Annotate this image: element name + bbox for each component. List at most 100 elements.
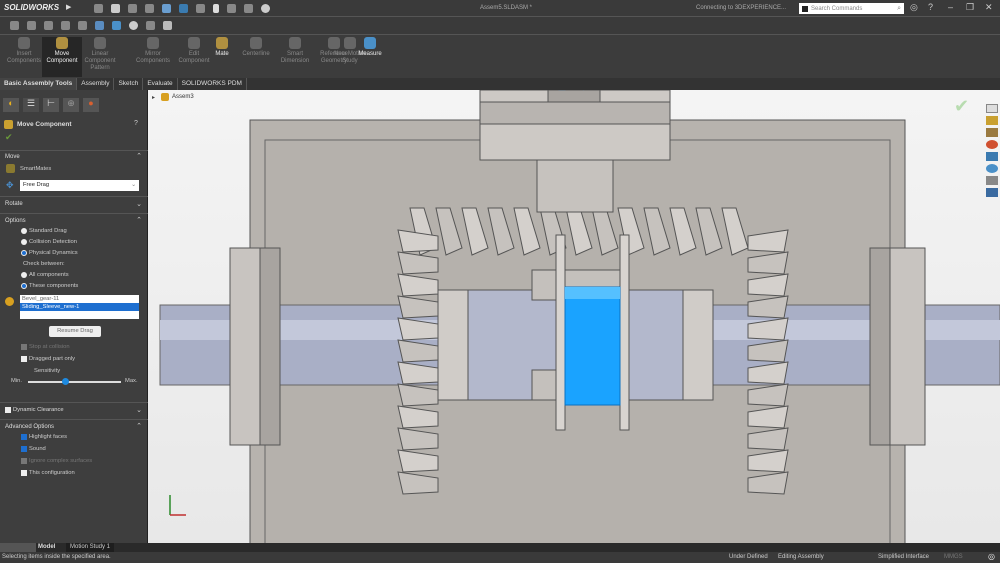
- collapse-icon[interactable]: ⌃: [136, 216, 142, 224]
- options-header[interactable]: Options: [5, 218, 26, 224]
- drag-mode-select[interactable]: Free Drag ⌄: [20, 180, 139, 191]
- command-mate[interactable]: Mate: [210, 37, 234, 58]
- close-button[interactable]: ✕: [985, 2, 993, 13]
- display-manager-tab[interactable]: ●: [83, 98, 99, 112]
- print-icon[interactable]: [162, 4, 171, 13]
- heads-up-toolbar[interactable]: ✥✥✥⌕⌕⌕◧◐◉: [496, 90, 656, 95]
- design-library-tab[interactable]: [986, 116, 998, 125]
- command-centerline[interactable]: Centerline: [236, 37, 276, 58]
- graphics-area[interactable]: ▸ Assem3 ✥✥✥⌕⌕⌕◧◐◉ ✔: [148, 90, 1000, 543]
- view-palette-tab[interactable]: [986, 152, 998, 161]
- appearances-tab[interactable]: [986, 140, 998, 149]
- command-mirror-components[interactable]: Mirror Components: [133, 37, 173, 65]
- tree-expand-icon[interactable]: ▸: [152, 94, 155, 101]
- components-list[interactable]: Bevel_gear-11 Sliding_Sleeve_new-1: [20, 295, 139, 319]
- account-icon[interactable]: ◎: [910, 2, 918, 13]
- tab-assembly[interactable]: Assembly: [77, 78, 115, 90]
- highlight-faces-checkbox[interactable]: Highlight faces: [21, 434, 67, 440]
- dimxpert-tab[interactable]: ⊕: [63, 98, 79, 112]
- tab-evaluate[interactable]: Evaluate: [143, 78, 178, 90]
- tab-sketch[interactable]: Sketch: [114, 78, 144, 90]
- tab-model[interactable]: Model: [38, 544, 55, 550]
- all-components-radio[interactable]: All components: [21, 272, 69, 278]
- sound-checkbox[interactable]: Sound: [21, 446, 46, 452]
- resources-tab[interactable]: [986, 104, 998, 113]
- save-icon[interactable]: [145, 4, 154, 13]
- dynamic-clearance-checkbox[interactable]: Dynamic Clearance: [5, 407, 64, 413]
- property-manager-tab[interactable]: ☰: [23, 98, 39, 112]
- resume-drag-button[interactable]: Resume Drag: [49, 326, 101, 337]
- file-props-icon[interactable]: [244, 4, 253, 13]
- zoom-area-icon[interactable]: [27, 21, 36, 30]
- this-configuration-checkbox[interactable]: This configuration: [21, 470, 75, 476]
- sensitivity-slider[interactable]: [28, 378, 121, 385]
- list-item[interactable]: Bevel_gear-11: [20, 295, 139, 303]
- document-title: Assem5.SLDASM *: [480, 5, 533, 11]
- confirm-check-icon[interactable]: ✔: [954, 96, 969, 117]
- tab-scroll-buttons[interactable]: [0, 543, 36, 552]
- custom-properties-tab[interactable]: [986, 164, 998, 173]
- select-icon[interactable]: [213, 4, 219, 13]
- rotate-header[interactable]: Rotate: [5, 201, 23, 207]
- status-interface[interactable]: Simplified Interface: [878, 554, 929, 560]
- standard-drag-radio[interactable]: Standard Drag: [21, 228, 67, 234]
- scene-icon[interactable]: [146, 21, 155, 30]
- home-icon[interactable]: [94, 4, 103, 13]
- status-units[interactable]: MMGS: [944, 554, 963, 560]
- dragged-part-only-checkbox[interactable]: Dragged part only: [21, 356, 75, 362]
- collapse-icon[interactable]: ⌃: [136, 152, 142, 160]
- restore-button[interactable]: ❐: [966, 2, 974, 13]
- forum-tab[interactable]: [986, 176, 998, 185]
- open-icon[interactable]: [128, 4, 137, 13]
- list-item-selected[interactable]: Sliding_Sleeve_new-1: [20, 303, 139, 311]
- smartmates-icon[interactable]: [6, 164, 15, 173]
- tab-motion-study[interactable]: Motion Study 1: [66, 543, 115, 552]
- check-between-label: Check between:: [23, 261, 65, 267]
- redo-icon[interactable]: [196, 4, 205, 13]
- expand-menu-icon[interactable]: ▶: [66, 3, 71, 11]
- stop-at-collision-checkbox[interactable]: Stop at collision: [21, 344, 70, 350]
- new-file-icon[interactable]: [111, 4, 120, 13]
- section-view-icon[interactable]: [61, 21, 70, 30]
- expand-icon[interactable]: ⌄: [136, 200, 142, 208]
- command-smart-dimension[interactable]: Smart Dimension: [275, 37, 315, 65]
- command-insert-components[interactable]: Insert Components: [4, 37, 44, 65]
- these-components-radio[interactable]: These components: [21, 283, 78, 289]
- command-measure[interactable]: Measure: [358, 37, 382, 58]
- collision-detection-radio[interactable]: Collision Detection: [21, 239, 77, 245]
- zoom-icon[interactable]: [10, 21, 19, 30]
- feature-manager-tab[interactable]: ◐: [3, 98, 19, 112]
- gear-icon[interactable]: [261, 4, 270, 13]
- command-edit-component[interactable]: Edit Component: [174, 37, 214, 65]
- move-header[interactable]: Move: [5, 154, 20, 160]
- command-move-component[interactable]: Move Component: [42, 37, 82, 77]
- quick-tips-icon[interactable]: ◎: [988, 552, 995, 561]
- command-linear-component-pattern[interactable]: Linear Component Pattern: [80, 37, 120, 72]
- tab-solidworks-pdm[interactable]: SOLIDWORKS PDM: [178, 78, 247, 90]
- sketch-icon[interactable]: [44, 21, 53, 30]
- view-orientation-icon[interactable]: [78, 21, 87, 30]
- help-icon[interactable]: ?: [134, 120, 138, 127]
- rebuild-icon[interactable]: [227, 4, 236, 13]
- help-icon[interactable]: ?: [928, 2, 933, 12]
- physical-dynamics-radio[interactable]: Physical Dynamics: [21, 250, 78, 256]
- search-commands-input[interactable]: Search Commands ⌕: [799, 3, 904, 14]
- tab-basic-assembly-tools[interactable]: Basic Assembly Tools: [0, 78, 78, 90]
- file-explorer-tab[interactable]: [986, 128, 998, 137]
- 3dexperience-tab[interactable]: [986, 188, 998, 197]
- view-settings-icon[interactable]: [163, 21, 172, 30]
- minimize-button[interactable]: –: [948, 2, 953, 12]
- configuration-manager-tab[interactable]: ⊢: [43, 98, 59, 112]
- hide-show-icon[interactable]: [112, 21, 121, 30]
- advanced-header[interactable]: Advanced Options: [5, 424, 54, 430]
- appearance-icon[interactable]: [129, 21, 138, 30]
- slider-thumb[interactable]: [62, 378, 70, 385]
- tree-root[interactable]: Assem3: [172, 94, 194, 100]
- expand-icon[interactable]: ⌄: [136, 406, 142, 414]
- display-style-icon[interactable]: [95, 21, 104, 30]
- assembly-model[interactable]: [148, 90, 1000, 543]
- undo-icon[interactable]: [179, 4, 188, 13]
- ok-check-icon[interactable]: ✔: [5, 132, 13, 143]
- collapse-icon[interactable]: ⌃: [136, 422, 142, 430]
- ignore-complex-surfaces-checkbox[interactable]: Ignore complex surfaces: [21, 458, 92, 464]
